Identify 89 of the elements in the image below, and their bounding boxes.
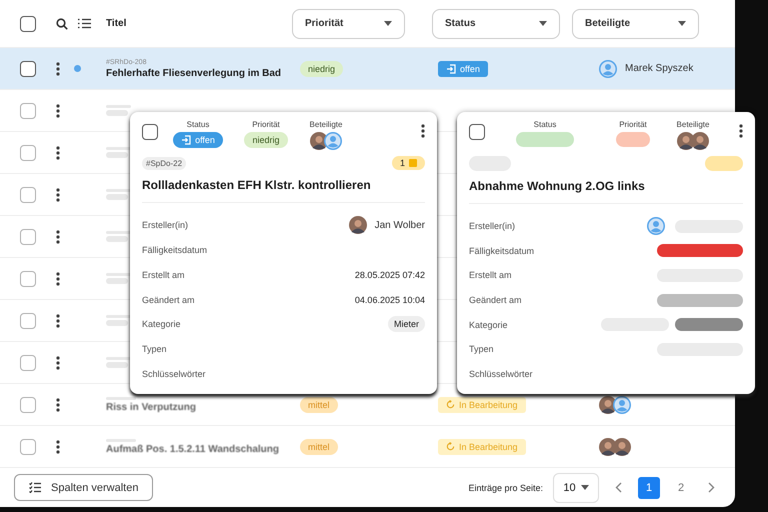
user-avatar-icon [324,132,342,150]
field-label: Kategorie [469,320,508,330]
task-title: Riss in Verputzung [106,402,196,412]
column-label: Status [186,120,210,129]
field-label: Geändert am [142,294,195,305]
category-tag: Mieter [388,316,425,332]
list-icon[interactable] [78,18,91,29]
enter-icon [446,64,456,74]
placeholder-bar [106,152,128,158]
column-label: Beteiligte [310,120,342,129]
column-label: Priorität [252,120,280,129]
more-options-icon[interactable] [421,124,425,138]
column-label: Priorität [619,120,647,129]
previous-page-icon[interactable] [615,482,622,493]
placeholder-bar [106,320,128,326]
sync-icon [446,400,455,409]
more-options-icon[interactable] [56,188,60,202]
placeholder-bar [106,278,128,284]
field-label: Erstellt am [469,270,512,280]
comment-count: 1 [392,156,425,170]
sync-icon [446,442,455,451]
more-options-icon[interactable] [56,356,60,370]
note-icon [409,159,417,167]
column-header: Titel [106,18,126,29]
field-label: Geändert am [469,295,522,306]
more-options-icon[interactable] [739,124,743,138]
page-size-select[interactable]: 10 [553,472,599,502]
status-tag: In Bearbeitung [438,396,526,412]
field-label: Ersteller(in) [469,221,516,232]
select-all-checkbox[interactable] [20,16,36,32]
placeholder-bar [106,110,128,116]
field-label: Typen [142,344,167,354]
placeholder-bar [106,236,128,242]
search-icon[interactable] [56,18,68,30]
task-id: #SpDo-22 [142,156,186,170]
field-label: Erstellt am [142,270,185,280]
card-checkbox[interactable] [469,124,485,140]
status-tag: offen [438,60,488,76]
field-label: Kategorie [142,319,181,330]
more-options-icon[interactable] [56,440,60,454]
card-title: Rollladenkasten EFH Klstr. kontrollieren [142,178,425,203]
field-label: Fälligkeitsdatum [142,245,208,256]
filter-dropdown[interactable]: Beteiligte [572,8,699,38]
page-size-label: Einträge pro Seite: [468,482,543,492]
field-value: 04.06.2025 10:04 [354,294,425,305]
count-placeholder [705,156,743,171]
column-label: Status [534,120,556,129]
field-label: Fälligkeitsdatum [469,246,534,256]
filter-dropdown[interactable]: Status [432,8,560,38]
page-button[interactable]: 1 [638,476,660,498]
more-options-icon[interactable] [56,146,60,160]
field-label: Ersteller(in) [142,220,188,230]
field-value: 28.05.2025 07:42 [354,270,425,280]
column-label: Beteiligte [676,120,710,129]
user-avatar-icon [599,60,617,78]
person-avatar-icon [613,438,631,456]
row-checkbox[interactable] [20,60,36,76]
more-options-icon[interactable] [56,104,60,118]
field-label: Typen [469,344,494,354]
priority-tag: niedrig [244,132,288,148]
task-title: Fehlerhafte Fliesenverlegung im Bad [106,68,282,78]
priority-tag: niedrig [300,60,344,76]
checklist-icon [29,482,41,493]
next-page-icon[interactable] [708,482,715,493]
page-button[interactable]: 2 [670,476,692,498]
more-options-icon[interactable] [56,230,60,244]
person-avatar-icon [348,216,367,234]
card-checkbox[interactable] [142,124,158,140]
status-tag: offen [173,132,223,148]
task-title: Aufmaß Pos. 1.5.2.11 Wandschalung [106,444,280,454]
person-name: Jan Wolber [374,220,425,231]
placeholder-bar [106,362,128,368]
manage-columns-button[interactable]: Spalten verwalten [14,474,154,501]
field-label: Schlüsselwörter [142,368,206,379]
filter-dropdown[interactable]: Priorität [292,8,405,38]
enter-icon [181,135,192,145]
more-options-icon[interactable] [56,314,60,328]
more-options-icon[interactable] [56,398,60,412]
priority-tag: mittel [300,438,338,454]
more-options-icon[interactable] [56,272,60,286]
priority-tag: mittel [300,396,338,412]
card-title: Abnahme Wohnung 2.OG links [469,179,743,204]
status-tag: In Bearbeitung [438,438,526,454]
more-options-icon[interactable] [56,62,60,76]
user-avatar-icon [613,396,631,414]
person-name: Marek Spyszek [625,63,694,74]
field-label: Schlüsselwörter [469,368,533,379]
placeholder-bar [106,194,128,200]
person-avatar-icon [691,132,709,150]
